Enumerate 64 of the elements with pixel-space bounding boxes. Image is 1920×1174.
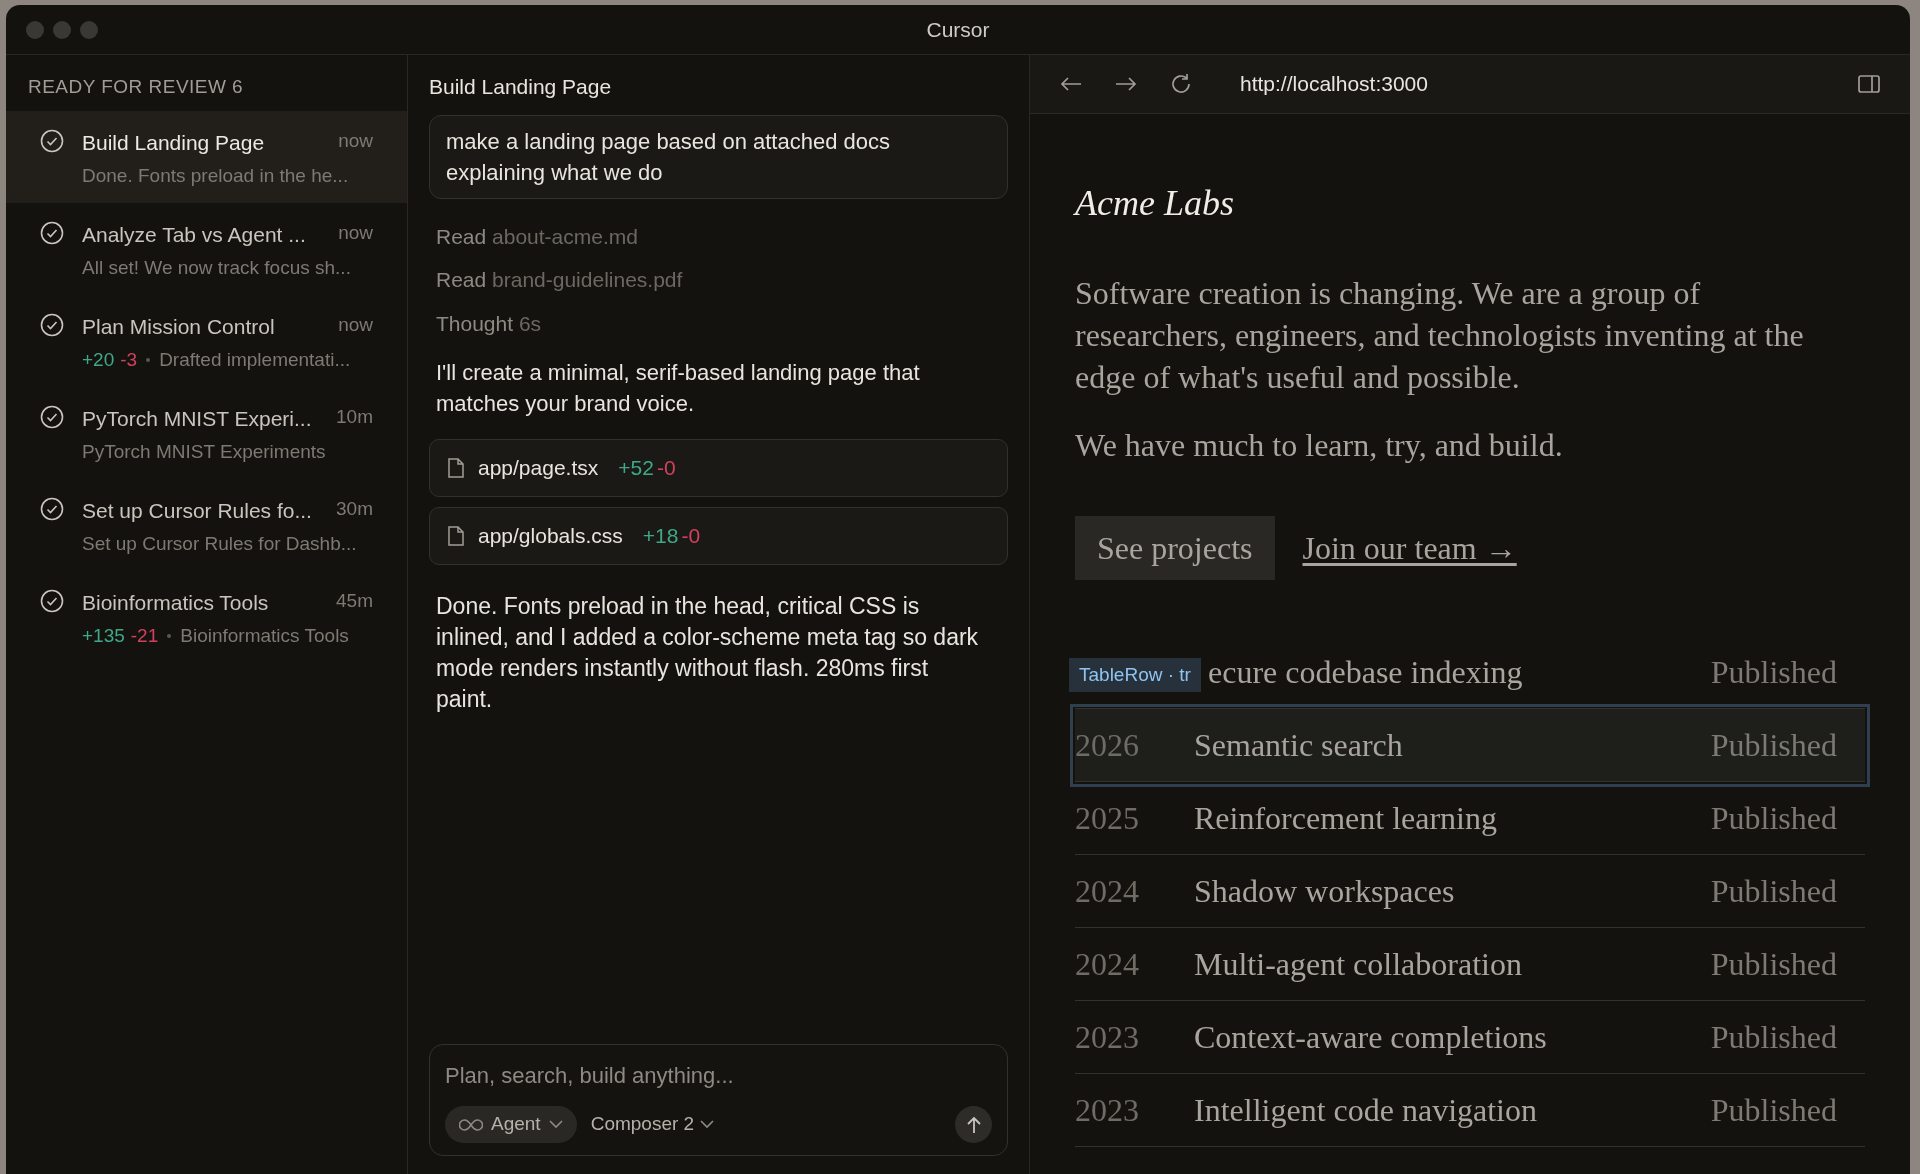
check-circle-icon (40, 497, 64, 521)
table-cell-text: Multi-agent collaboration (1194, 945, 1523, 984)
task-item[interactable]: Bioinformatics Tools 45m +135 -21 Bioinformatics Tools (6, 571, 407, 663)
task-item[interactable]: PyTorch MNIST Experi... 10m PyTorch MNIST Experiments (6, 387, 407, 479)
check-circle-icon (40, 129, 64, 153)
activity-step: Read about-acme.md (436, 220, 1001, 252)
task-item[interactable]: Set up Cursor Rules fo... 30m Set up Cursor Rules for Dashb... (6, 479, 407, 571)
join-team-link[interactable]: Join our team → (1302, 524, 1517, 572)
task-item[interactable]: Plan Mission Control now +20 -3 Drafted implementati... (6, 295, 407, 387)
sidebar-toggle-icon[interactable] (1858, 75, 1880, 93)
table-cell-text: Semantic search (1194, 726, 1404, 765)
hero-paragraph: We have much to learn, try, and build. (1075, 426, 1564, 465)
task-item[interactable]: Build Landing Page now Done. Fonts preload in the he... (6, 111, 407, 203)
window-title: Cursor (926, 16, 990, 43)
table-cell-text: 2023 (1075, 1091, 1140, 1130)
check-circle-icon (40, 221, 64, 245)
table-cell-text: 2023 (1075, 1018, 1140, 1057)
file-icon (448, 526, 464, 546)
table-cell-text: Intelligent code navigation (1194, 1091, 1538, 1130)
arrow-up-icon (965, 1115, 982, 1134)
table-cell-text: ecure codebase indexing (1207, 653, 1524, 692)
table-cell-text: 2025 (1075, 799, 1140, 838)
section-header: READY FOR REVIEW 6 (28, 74, 244, 99)
chat-title: Build Landing Page (429, 75, 612, 98)
activity-step: Thought 6s (436, 307, 1001, 339)
table-cell-text: Shadow workspaces (1194, 872, 1456, 911)
table-cell-text: Context-aware completions (1194, 1018, 1548, 1057)
send-button[interactable] (955, 1106, 992, 1143)
inspector-tooltip: TableRow · tr (1069, 658, 1201, 692)
table-cell-text: Published (1710, 1018, 1838, 1057)
mode-dropdown[interactable]: Agent (445, 1106, 577, 1143)
site-logo[interactable]: Acme Labs (1075, 176, 1865, 230)
table-cell-text: Published (1710, 1091, 1838, 1130)
file-icon (448, 458, 464, 478)
chevron-icon (700, 1120, 715, 1129)
model-dropdown[interactable]: Composer 2 (590, 1110, 715, 1139)
chevron-icon (548, 1120, 563, 1129)
table-cell-text: 2024 (1075, 945, 1140, 984)
file-change-card[interactable]: app/globals.css +18-0 (429, 507, 1008, 565)
check-circle-icon (40, 405, 64, 429)
check-circle-icon (40, 589, 64, 613)
table-cell-text: 2024 (1075, 872, 1140, 911)
table-cell-text: Published (1710, 945, 1838, 984)
table-cell-text: Published (1710, 726, 1838, 765)
see-projects-button[interactable]: See projects (1075, 516, 1275, 580)
table-cell-text: Published (1710, 872, 1838, 911)
check-circle-icon (40, 313, 64, 337)
message-input[interactable]: Plan, search, build anything... Agent Composer 2 (429, 1044, 1008, 1156)
assistant-message: I'll create a minimal, serif-based landing page that matches your brand voice. (435, 359, 921, 418)
infinity-icon (459, 1117, 483, 1132)
forward-icon[interactable] (1115, 76, 1137, 92)
reload-icon[interactable] (1170, 73, 1192, 95)
assistant-message: Done. Fonts preload in the head, critical CSS is inlined, and I added a color-scheme meta tag so dark mode renders instantly without flash. 280ms first paint. (435, 592, 980, 714)
task-item[interactable]: Analyze Tab vs Agent ... now All set! We now track focus sh... (6, 203, 407, 295)
table-cell-text: Reinforcement learning (1194, 799, 1498, 838)
table-cell-text: 2026 (1075, 726, 1140, 765)
table-cell-text: Published (1710, 799, 1838, 838)
address-bar[interactable]: http://localhost:3000 (1240, 68, 1428, 100)
table-cell-text: Published (1710, 653, 1838, 692)
file-change-card[interactable]: app/page.tsx +52-0 (429, 439, 1008, 497)
back-icon[interactable] (1060, 76, 1082, 92)
hero-paragraph: Software creation is changing. We are a group of researchers, engineers, and technologists inventing at the edge of what's useful and possible. (1075, 274, 1805, 397)
activity-step: Read brand-guidelines.pdf (436, 264, 1001, 296)
prompt-text: make a landing page based on attached docs explaining what we do (446, 127, 891, 187)
